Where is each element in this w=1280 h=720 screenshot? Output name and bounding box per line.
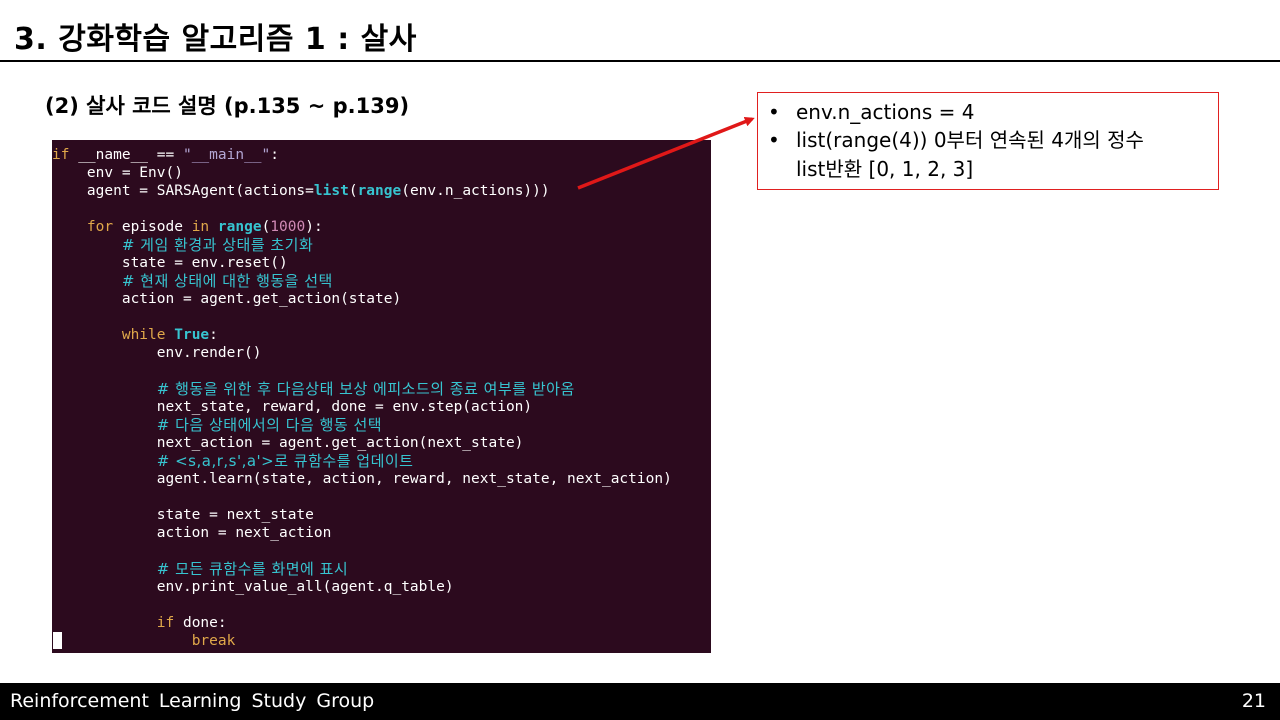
- code-token: range: [357, 183, 402, 199]
- code-token: env.render(): [52, 345, 262, 361]
- code-line: if __name__ == "__main__":: [52, 146, 279, 164]
- code-token: episode: [113, 219, 192, 235]
- callout-item-text: env.n_actions = 4: [796, 100, 975, 124]
- code-line: # 다음 상태에서의 다음 행동 선택: [52, 416, 382, 434]
- code-token: for: [86, 219, 114, 235]
- code-token: break: [191, 633, 236, 649]
- code-token: env = Env(): [52, 165, 183, 181]
- code-token: if: [156, 615, 175, 631]
- footer-group-name: Reinforcement Learning Study Group: [10, 690, 375, 712]
- code-line: if done:: [52, 614, 227, 632]
- code-line: # <s,a,r,s',a'>로 큐함수를 업데이트: [52, 452, 413, 470]
- code-line: # 모든 큐함수를 화면에 표시: [52, 560, 348, 578]
- callout-item-text: list(range(4)) 0부터 연속된 4개의 정수: [796, 128, 1144, 152]
- code-token: "__main__": [182, 147, 271, 163]
- callout-item-text: list반환 [0, 1, 2, 3]: [796, 157, 974, 181]
- code-line: state = next_state: [52, 506, 314, 524]
- code-comment: # 다음 상태에서의 다음 행동 선택: [156, 416, 383, 434]
- code-line: # 행동을 위한 후 다음상태 보상 에피소드의 종료 여부를 받아옴: [52, 380, 575, 398]
- page-number: 21: [1241, 690, 1266, 712]
- code-line: env.print_value_all(agent.q_table): [52, 578, 454, 596]
- code-line: while True:: [52, 326, 218, 344]
- code-line: next_action = agent.get_action(next_stat…: [52, 434, 524, 452]
- code-token: action = next_action: [52, 525, 332, 541]
- code-token: list: [313, 183, 349, 199]
- code-line: action = agent.get_action(state): [52, 290, 401, 308]
- callout-box: • env.n_actions = 4 • list(range(4)) 0부터…: [757, 92, 1219, 190]
- code-token: agent.learn(state, action, reward, next_…: [52, 471, 672, 487]
- code-line: # 현재 상태에 대한 행동을 선택: [52, 272, 333, 290]
- code-line: agent.learn(state, action, reward, next_…: [52, 470, 672, 488]
- code-token: in: [191, 219, 210, 235]
- code-line: for episode in range(1000):: [52, 218, 323, 236]
- code-comment: # 행동을 위한 후 다음상태 보상 에피소드의 종료 여부를 받아옴: [156, 380, 575, 398]
- slide-subtitle: (2) 살사 코드 설명 (p.135 ~ p.139): [45, 94, 410, 118]
- code-token: while: [121, 327, 166, 343]
- code-token: :: [270, 147, 280, 163]
- bullet-icon: •: [768, 100, 780, 124]
- code-token: action = agent.get_action(state): [52, 291, 402, 307]
- code-line: next_state, reward, done = env.step(acti…: [52, 398, 532, 416]
- code-comment: # 게임 환경과 상태를 초기화: [121, 236, 314, 254]
- code-token: range: [217, 219, 262, 235]
- code-token: (: [261, 219, 271, 235]
- code-line: break: [52, 632, 236, 650]
- code-token: (env.n_actions))): [401, 183, 550, 199]
- code-line: agent = SARSAgent(actions=list(range(env…: [52, 182, 550, 200]
- bullet-icon: •: [768, 128, 780, 152]
- code-token: next_action = agent.get_action(next_stat…: [52, 435, 524, 451]
- code-token: state = env.reset(): [52, 255, 288, 271]
- code-token: 1000: [270, 219, 306, 235]
- code-screenshot: if __name__ == "__main__": env = Env() a…: [52, 140, 711, 653]
- code-line: state = env.reset(): [52, 254, 288, 272]
- code-token: if: [52, 147, 70, 163]
- code-token: next_state, reward, done = env.step(acti…: [52, 399, 533, 415]
- code-comment: # <s,a,r,s',a'>로 큐함수를 업데이트: [156, 452, 414, 470]
- code-token: ):: [305, 219, 323, 235]
- code-token: :: [209, 327, 218, 343]
- code-line: env.render(): [52, 344, 262, 362]
- code-line: # 게임 환경과 상태를 초기화: [52, 236, 313, 254]
- code-line: action = next_action: [52, 524, 332, 542]
- code-comment: # 모든 큐함수를 화면에 표시: [156, 560, 349, 578]
- code-token: agent = SARSAgent(actions=: [52, 183, 314, 199]
- title-divider: [0, 60, 1280, 62]
- code-token: state = next_state: [52, 507, 314, 523]
- code-line: env = Env(): [52, 164, 183, 182]
- slide-title: 3. 강화학습 알고리즘 1 : 살사: [14, 22, 417, 57]
- footer-bar: Reinforcement Learning Study Group 21: [0, 683, 1280, 720]
- code-token: env.print_value_all(agent.q_table): [52, 579, 454, 595]
- code-token: done:: [174, 615, 227, 631]
- code-token: (: [348, 183, 358, 199]
- code-comment: # 현재 상태에 대한 행동을 선택: [121, 272, 333, 290]
- code-token: __name__ ==: [69, 147, 183, 163]
- code-token: True: [174, 327, 210, 343]
